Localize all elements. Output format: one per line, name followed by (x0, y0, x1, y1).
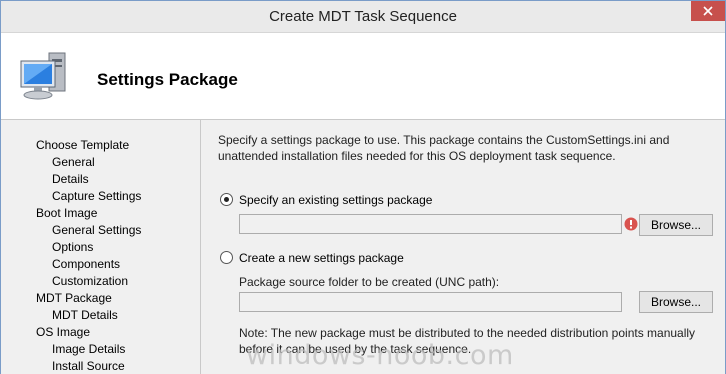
browse-new-button[interactable]: Browse... (639, 291, 713, 313)
new-package-radio[interactable] (220, 251, 233, 264)
sidebar-item-customization[interactable]: Customization (52, 274, 128, 288)
sidebar-item-general-settings[interactable]: General Settings (52, 223, 141, 237)
wizard-window: Create MDT Task Sequence Settings Packag… (0, 0, 726, 374)
package-folder-label: Package source folder to be created (UNC… (239, 275, 500, 289)
radio-selected-dot (224, 197, 229, 202)
sidebar-item-details[interactable]: Details (52, 172, 89, 186)
watermark-text: windows-noob.com (246, 340, 514, 371)
sidebar-item-capture-settings[interactable]: Capture Settings (52, 189, 141, 203)
page-title: Settings Package (97, 70, 238, 89)
browse-existing-button[interactable]: Browse... (639, 214, 713, 236)
close-button[interactable] (691, 1, 725, 21)
sidebar-item-image-details[interactable]: Image Details (52, 342, 125, 356)
intro-text: Specify a settings package to use. This … (218, 133, 670, 163)
sidebar-item-general[interactable]: General (52, 155, 95, 169)
window-title: Create MDT Task Sequence (269, 8, 457, 25)
title-bar: Create MDT Task Sequence (1, 1, 725, 33)
sidebar-item-mdt-details[interactable]: MDT Details (52, 308, 118, 322)
sidebar-item-options[interactable]: Options (52, 240, 93, 254)
sidebar-item-choose-template[interactable]: Choose Template (36, 138, 129, 152)
package-folder-field[interactable] (239, 292, 622, 312)
sidebar-item-components[interactable]: Components (52, 257, 120, 271)
computer-icon (20, 52, 66, 100)
sidebar-item-mdt-package[interactable]: MDT Package (36, 291, 112, 305)
existing-package-label[interactable]: Specify an existing settings package (239, 193, 432, 207)
close-icon (703, 6, 713, 16)
wizard-steps-sidebar: Choose Template General Details Capture … (1, 120, 201, 374)
sidebar-item-os-image[interactable]: OS Image (36, 325, 90, 339)
sidebar-item-boot-image[interactable]: Boot Image (36, 206, 97, 220)
error-icon (624, 217, 638, 231)
settings-package-panel: Specify a settings package to use. This … (202, 120, 725, 374)
existing-package-radio[interactable] (220, 193, 233, 206)
page-header: Settings Package (1, 33, 725, 119)
existing-package-field[interactable] (239, 214, 622, 234)
new-package-label[interactable]: Create a new settings package (239, 251, 404, 265)
wizard-body: Choose Template General Details Capture … (1, 119, 725, 374)
sidebar-item-install-source[interactable]: Install Source (52, 359, 125, 373)
